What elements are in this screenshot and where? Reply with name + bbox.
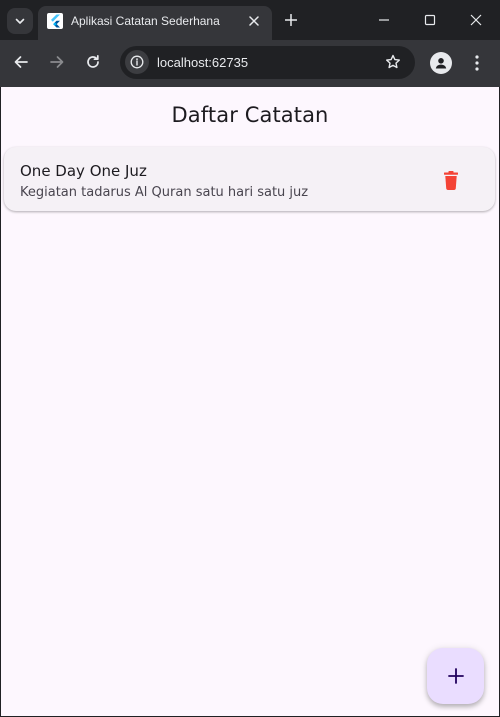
chevron-down-icon [15, 18, 25, 24]
browser-toolbar: localhost:62735 [0, 40, 500, 87]
profile-button[interactable] [430, 52, 452, 74]
tab-strip: Aplikasi Catatan Sederhana [0, 0, 500, 40]
tab-search-button[interactable] [7, 8, 33, 34]
person-icon [435, 58, 447, 69]
trash-icon [444, 170, 458, 190]
address-bar[interactable]: localhost:62735 [120, 46, 415, 79]
close-window-button[interactable] [462, 6, 490, 34]
add-note-fab[interactable] [427, 648, 484, 704]
back-button[interactable] [9, 50, 33, 74]
reload-icon [87, 54, 99, 68]
forward-button[interactable] [45, 50, 69, 74]
close-icon [470, 14, 482, 26]
browser-window: Aplikasi Catatan Sederhana localhost:627… [0, 0, 500, 717]
site-info-button[interactable] [125, 50, 149, 74]
app-bar-title: Daftar Catatan [171, 103, 329, 127]
maximize-icon [424, 14, 436, 26]
new-tab-button[interactable] [280, 9, 302, 31]
bookmark-button[interactable] [384, 53, 402, 71]
note-description: Kegiatan tadarus Al Quran satu hari satu… [20, 185, 309, 200]
minimize-button[interactable] [370, 6, 398, 34]
arrow-right-icon [50, 56, 64, 68]
url-text[interactable]: localhost:62735 [157, 55, 248, 70]
delete-note-button[interactable] [436, 165, 466, 195]
more-vert-icon [475, 55, 479, 71]
tab-title: Aplikasi Catatan Sederhana [71, 14, 220, 28]
note-title: One Day One Juz [20, 162, 147, 180]
reload-button[interactable] [81, 50, 105, 74]
minimize-icon [379, 19, 389, 21]
star-icon [386, 54, 400, 69]
close-icon [249, 16, 259, 26]
maximize-button[interactable] [416, 6, 444, 34]
arrow-left-icon [14, 56, 28, 68]
note-list-item[interactable]: One Day One Juz Kegiatan tadarus Al Qura… [4, 147, 495, 211]
browser-tab[interactable]: Aplikasi Catatan Sederhana [38, 6, 272, 40]
flutter-icon [47, 13, 63, 29]
info-icon [130, 55, 144, 69]
page-viewport: Daftar Catatan One Day One Juz Kegiatan … [1, 87, 499, 716]
browser-menu-button[interactable] [466, 51, 488, 75]
plus-icon [285, 14, 297, 26]
tab-close-button[interactable] [245, 12, 263, 30]
plus-icon [447, 668, 464, 684]
